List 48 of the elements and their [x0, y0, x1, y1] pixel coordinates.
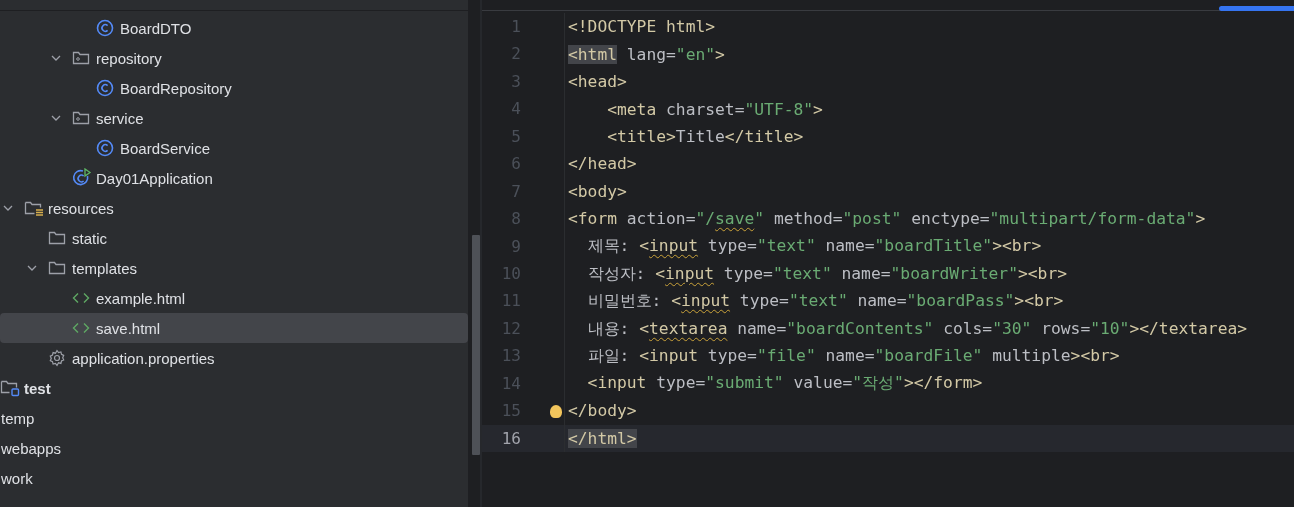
tree-item[interactable]: test — [0, 373, 468, 403]
tree-item[interactable]: BoardDTO — [0, 13, 468, 43]
code-line: 내용: <textarea name="boardContents" cols="30" rows="10"></textarea> — [586, 317, 1248, 340]
code-line: 비밀번호: <input type="text" name="boardPass"><br> — [586, 290, 1064, 313]
tree-item[interactable]: BoardService — [0, 133, 468, 163]
tree-item[interactable]: repository — [0, 43, 468, 73]
code-line: <input type="submit" value="작성"></form> — [586, 372, 983, 395]
code-line: 제목: <input type="text" name="boardTitle"><br> — [586, 235, 1042, 258]
tree-item[interactable]: resources — [0, 193, 468, 223]
class-icon — [96, 139, 114, 157]
test-folder-icon — [0, 379, 20, 397]
tree-item[interactable]: Day01Application — [0, 163, 468, 193]
tree-item[interactable]: templates — [0, 253, 468, 283]
code-line: 파일: <input type="file" name="boardFile" multiple><br> — [586, 344, 1120, 367]
resources-folder-icon — [24, 199, 44, 217]
bulb-icon[interactable] — [550, 405, 562, 418]
code-line: <head> — [568, 72, 627, 92]
package-folder-icon — [72, 50, 90, 66]
tree-item[interactable]: BoardRepository — [0, 73, 468, 103]
class-icon — [96, 79, 114, 97]
tree-item[interactable]: application.properties — [0, 343, 468, 373]
tree-item[interactable]: save.html — [0, 313, 468, 343]
folder-icon — [48, 230, 66, 246]
run-class-icon — [72, 168, 92, 188]
tree-item[interactable]: static — [0, 223, 468, 253]
code-line: <meta charset="UTF-8"> — [606, 99, 823, 119]
tree-item[interactable]: work — [0, 463, 468, 493]
tree-item[interactable]: webapps — [0, 433, 468, 463]
code-line: <form action="/save" method="post" enctype="multipart/form-data"> — [568, 209, 1206, 229]
scrollbar-thumb[interactable] — [472, 235, 480, 455]
code-line: <html lang="en"> — [568, 44, 725, 64]
code-line: <body> — [568, 181, 627, 201]
folder-icon — [48, 260, 66, 276]
scrollbar-thumb[interactable] — [1219, 6, 1294, 11]
line-number: 16 — [500, 427, 521, 450]
package-folder-icon — [72, 110, 90, 126]
code-line: </body> — [568, 401, 637, 421]
code-line: <!DOCTYPE html> — [568, 17, 716, 37]
tree-item[interactable]: temp — [0, 403, 468, 433]
code-line: <title>Title</title> — [606, 126, 804, 146]
code-line: 작성자: <input type="text" name="boardWriter"><br> — [586, 262, 1067, 285]
code-file-icon — [72, 291, 90, 305]
code-file-icon — [72, 321, 90, 335]
tree-item[interactable]: service — [0, 103, 468, 133]
settings-icon — [48, 349, 66, 367]
tree-item[interactable]: example.html — [0, 283, 468, 313]
class-icon — [96, 19, 114, 37]
code-line: </head> — [568, 154, 637, 174]
